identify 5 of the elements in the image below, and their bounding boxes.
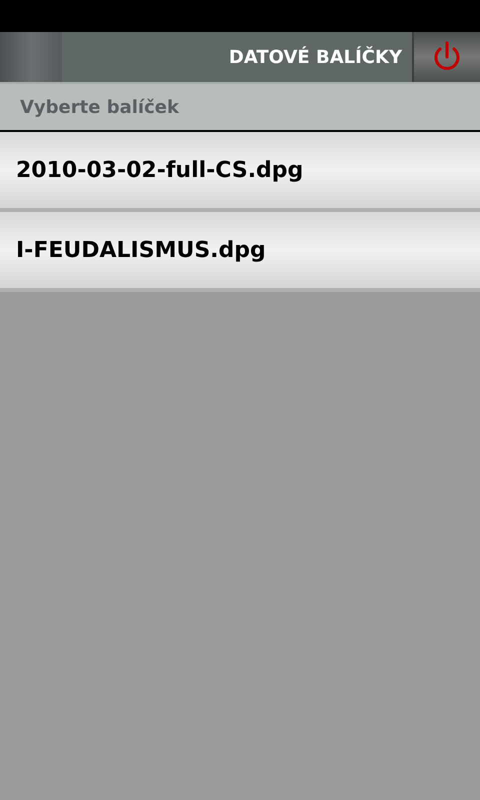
header-title: DATOVÉ BALÍČKY [228,45,402,70]
subheader-label: Vyberte balíček [20,96,179,120]
package-item[interactable]: I-FEUDALISMUS.dpg [0,212,480,292]
power-button[interactable] [414,32,480,82]
package-item[interactable]: 2010-03-02-full-CS.dpg [0,132,480,212]
